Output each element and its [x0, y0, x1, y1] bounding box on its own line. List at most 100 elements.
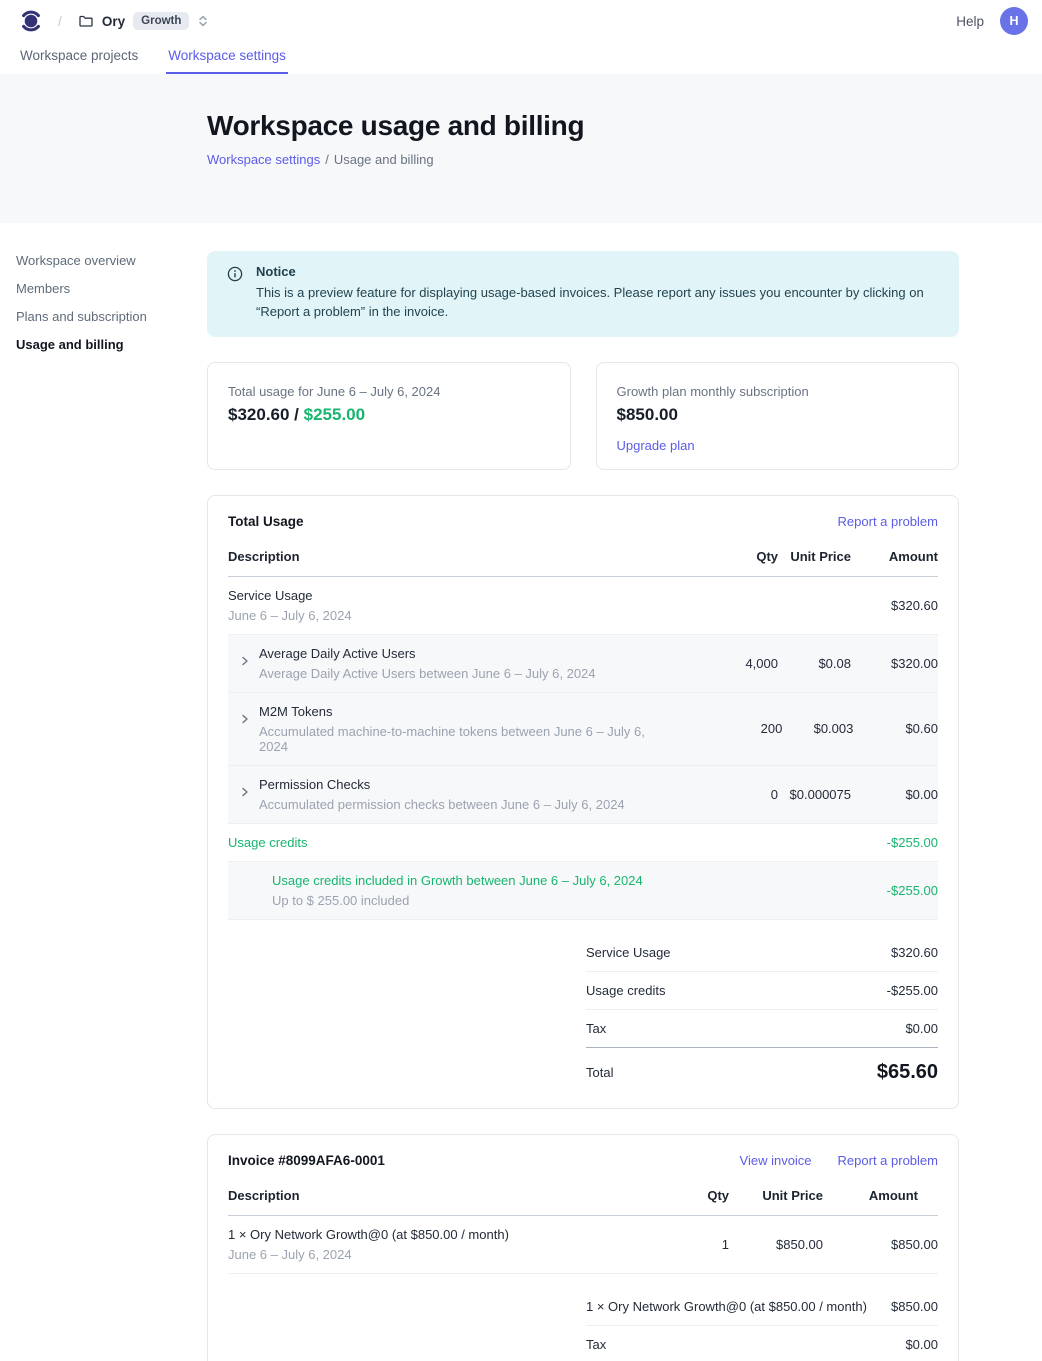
subscription-amount: $850.00: [617, 405, 939, 425]
usage-table: Description Qty Unit Price Amount Servic…: [228, 537, 938, 920]
row-unit-price: $0.003: [782, 710, 853, 747]
row-title: M2M Tokens: [259, 704, 666, 719]
row-unit-price: $0.000075: [778, 776, 851, 813]
column-description: Description: [228, 537, 658, 576]
summary-row-usage-credits: Usage credits -$255.00: [586, 972, 938, 1010]
row-title: Usage credits: [228, 835, 658, 850]
info-icon: [227, 266, 243, 322]
row-title: Permission Checks: [259, 777, 625, 792]
content: Workspace overview Members Plans and sub…: [0, 223, 1042, 1361]
main-panel: Notice This is a preview feature for dis…: [207, 223, 959, 1361]
ory-logo-icon[interactable]: [18, 8, 44, 34]
chevron-right-icon[interactable]: [240, 785, 250, 800]
summary-row-service-usage: Service Usage $320.60: [586, 934, 938, 972]
summary-amount: $0.00: [905, 1021, 938, 1036]
row-amount: $0.00: [851, 776, 938, 813]
table-row-average-daily-active-users: Average Daily Active Users Average Daily…: [228, 635, 938, 693]
row-description: Up to $ 255.00 included: [272, 893, 658, 908]
table-row-permission-checks: Permission Checks Accumulated permission…: [228, 766, 938, 824]
row-amount: $320.00: [851, 645, 938, 682]
table-row-m2m-tokens: M2M Tokens Accumulated machine-to-machin…: [228, 693, 938, 766]
sidebar-item-members[interactable]: Members: [16, 281, 186, 296]
usage-separator: /: [289, 405, 303, 424]
invoice-table: Description Qty Unit Price Amount 1 × Or…: [228, 1176, 938, 1274]
column-qty: Qty: [658, 537, 778, 576]
upgrade-plan-link[interactable]: Upgrade plan: [617, 438, 695, 453]
row-unit-price: $0.08: [778, 645, 851, 682]
folder-icon: [78, 13, 94, 29]
column-unit-price: Unit Price: [778, 537, 851, 576]
summary-row-total: Total $65.60: [586, 1048, 938, 1088]
total-usage-label: Total usage for June 6 – July 6, 2024: [228, 384, 550, 399]
breadcrumb-separator: /: [325, 152, 329, 167]
summary-amount: $850.00: [891, 1299, 938, 1314]
row-amount: -$255.00: [851, 824, 938, 861]
column-description: Description: [228, 1176, 629, 1215]
tab-workspace-settings[interactable]: Workspace settings: [166, 42, 288, 74]
row-amount: -$255.00: [851, 872, 938, 909]
summary-label: Usage credits: [586, 983, 665, 998]
usage-included-amount: $255.00: [304, 405, 365, 424]
avatar[interactable]: H: [1000, 7, 1028, 35]
topbar: / Ory Growth Help H: [0, 0, 1042, 42]
summary-amount: -$255.00: [887, 983, 938, 998]
settings-sidenav: Workspace overview Members Plans and sub…: [16, 253, 186, 365]
total-usage-table-card: Total Usage Report a problem Description…: [207, 495, 959, 1109]
invoice-card: Invoice #8099AFA6-0001 View invoice Repo…: [207, 1134, 959, 1361]
row-qty: 4,000: [658, 645, 778, 682]
notice-banner: Notice This is a preview feature for dis…: [207, 251, 959, 337]
summary-row-tax: Tax $0.00: [586, 1010, 938, 1048]
row-unit-price: $850.00: [729, 1226, 823, 1263]
table-row-usage-credits-included: Usage credits included in Growth between…: [228, 862, 938, 920]
breadcrumb: Workspace settings / Usage and billing: [207, 152, 1042, 167]
sidebar-item-usage-and-billing[interactable]: Usage and billing: [16, 337, 186, 352]
report-a-problem-link[interactable]: Report a problem: [838, 1153, 938, 1168]
row-title: 1 × Ory Network Growth@0 (at $850.00 / m…: [228, 1227, 629, 1242]
total-usage-card: Total usage for June 6 – July 6, 2024 $3…: [207, 362, 571, 470]
row-period: June 6 – July 6, 2024: [228, 1247, 629, 1262]
subscription-label: Growth plan monthly subscription: [617, 384, 939, 399]
row-title: Usage credits included in Growth between…: [272, 873, 658, 888]
breadcrumb-separator: /: [58, 13, 62, 29]
tab-workspace-projects[interactable]: Workspace projects: [18, 42, 140, 74]
row-title: Average Daily Active Users: [259, 646, 596, 661]
row-amount: $0.60: [853, 710, 938, 747]
summary-row-tax: Tax $0.00: [586, 1326, 938, 1361]
page: / Ory Growth Help H Workspace projects W…: [0, 0, 1042, 1361]
column-qty: Qty: [629, 1176, 729, 1215]
view-invoice-link[interactable]: View invoice: [740, 1153, 812, 1168]
chevron-right-icon[interactable]: [240, 712, 250, 727]
row-qty: 1: [629, 1226, 729, 1263]
table-row-service-usage: Service Usage June 6 – July 6, 2024 $320…: [228, 577, 938, 635]
invoice-card-header: Invoice #8099AFA6-0001 View invoice Repo…: [208, 1153, 958, 1168]
row-description: Accumulated permission checks between Ju…: [259, 797, 625, 812]
page-title: Workspace usage and billing: [207, 110, 1042, 142]
workspace-switcher[interactable]: Ory Growth: [78, 12, 210, 30]
invoice-line-item: 1 × Ory Network Growth@0 (at $850.00 / m…: [228, 1216, 938, 1274]
row-description: Average Daily Active Users between June …: [259, 666, 596, 681]
chevron-updown-icon[interactable]: [197, 14, 209, 28]
breadcrumb-workspace-settings-link[interactable]: Workspace settings: [207, 152, 320, 167]
chevron-right-icon[interactable]: [240, 654, 250, 669]
sidebar-item-workspace-overview[interactable]: Workspace overview: [16, 253, 186, 268]
column-unit-price: Unit Price: [729, 1176, 823, 1215]
table-row-usage-credits: Usage credits -$255.00: [228, 824, 938, 862]
row-qty: 200: [666, 710, 783, 747]
row-period: June 6 – July 6, 2024: [228, 608, 658, 623]
row-amount: $850.00: [823, 1226, 938, 1263]
usage-table-header: Description Qty Unit Price Amount: [228, 537, 938, 577]
column-amount: Amount: [851, 537, 938, 576]
invoice-summary: 1 × Ory Network Growth@0 (at $850.00 / m…: [586, 1288, 938, 1361]
help-link[interactable]: Help: [956, 14, 984, 29]
breadcrumb-current: Usage and billing: [334, 152, 434, 167]
report-a-problem-link[interactable]: Report a problem: [838, 514, 938, 529]
summary-amount: $320.60: [891, 945, 938, 960]
page-header: Workspace usage and billing Workspace se…: [0, 74, 1042, 223]
row-qty: 0: [658, 776, 778, 813]
sidebar-item-plans-and-subscription[interactable]: Plans and subscription: [16, 309, 186, 324]
row-description: Accumulated machine-to-machine tokens be…: [259, 724, 666, 754]
row-amount: $320.60: [851, 587, 938, 624]
summary-label: Tax: [586, 1337, 606, 1352]
notice-title: Notice: [256, 264, 936, 279]
summary-label: Service Usage: [586, 945, 671, 960]
